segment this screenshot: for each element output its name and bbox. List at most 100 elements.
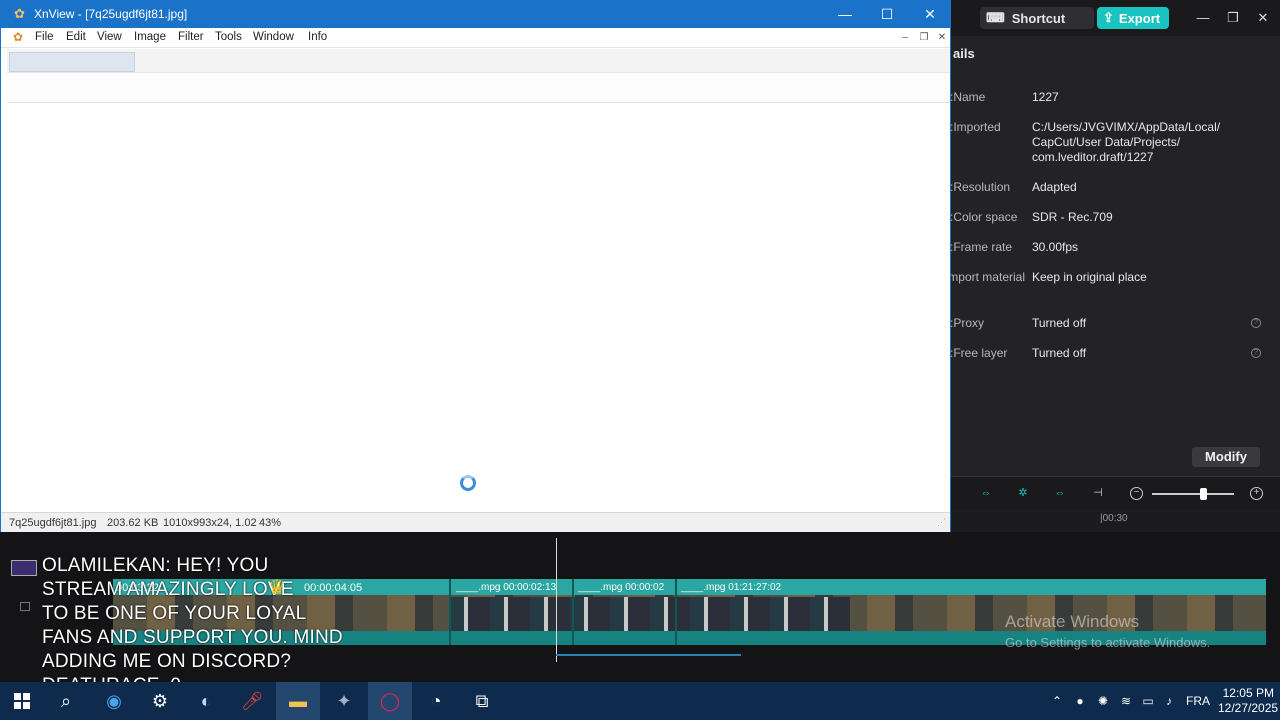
selection-line: [556, 654, 741, 656]
detail-row: Import material: Keep in original place: [950, 270, 1280, 290]
chevron-up-icon[interactable]: ⌃: [1048, 692, 1066, 710]
detail-row: Free layer: Turned off?: [950, 346, 1280, 366]
clip-label[interactable]: ____.mpg 00:00:02: [578, 582, 664, 593]
detail-value: 30.00fps: [1032, 240, 1079, 254]
detail-row: Proxy: Turned off?: [950, 316, 1280, 336]
zoom-slider-track[interactable]: [1152, 493, 1234, 495]
clip-divider: [675, 579, 677, 645]
menu-item-window[interactable]: Window: [253, 31, 294, 43]
status-filename: 7q25ugdf6jt81.jpg: [9, 517, 97, 529]
settings-gear-icon[interactable]: ⚙: [138, 682, 182, 720]
shortcut-button[interactable]: ⌨ Shortcut: [980, 7, 1094, 29]
ruler-time: |00:30: [1100, 513, 1128, 524]
detail-value: Keep in original place: [1032, 270, 1147, 284]
detail-value: SDR - Rec.709: [1032, 210, 1113, 224]
clip-thumbnails-2: [450, 597, 850, 631]
microphone-icon[interactable]: 🎤︎: [230, 682, 274, 720]
chat-overlay-text: OLAMILEKAN: HEY! YOU STREAM AMAZINGLY LO…: [42, 555, 343, 696]
help-icon[interactable]: ?: [1251, 348, 1261, 358]
capcut-app-icon[interactable]: ⧉: [460, 682, 504, 720]
detail-label: Resolution:: [950, 180, 1011, 194]
zoom-in-icon[interactable]: +: [1250, 487, 1263, 500]
modify-button[interactable]: Modify: [1192, 447, 1260, 467]
detail-label: Imported:: [950, 120, 1001, 134]
microphone-tray-icon[interactable]: ●: [1071, 692, 1089, 710]
activate-windows-watermark: Activate Windows Go to Settings to activ…: [1005, 612, 1210, 650]
magnet-icon[interactable]: ✲: [1015, 487, 1031, 499]
keyboard-icon: ⌨: [986, 10, 1005, 25]
settings-tray-icon[interactable]: ✺: [1094, 692, 1112, 710]
battery-icon[interactable]: ▭: [1139, 692, 1157, 710]
link-clips-icon[interactable]: ⇔: [978, 487, 994, 499]
crown-icon: ♛: [268, 577, 286, 599]
status-dimensions: 1010x993x24, 1.02: [163, 517, 257, 529]
start-button[interactable]: [0, 682, 44, 720]
detail-label: Import material:: [950, 270, 1025, 284]
shortcut-label: Shortcut: [1011, 10, 1066, 26]
menu-item-file[interactable]: File: [35, 31, 54, 43]
window-title: XnView - [7q25ugdf6jt81.jpg]: [34, 7, 188, 21]
zoom-slider-thumb[interactable]: [1200, 488, 1207, 500]
menu-item-image[interactable]: Image: [134, 31, 166, 43]
activate-subtitle: Go to Settings to activate Windows.: [1005, 635, 1211, 650]
xnview-titlebar[interactable]: ✿ XnView - [7q25ugdf6jt81.jpg] — ☐ ✕: [1, 1, 950, 28]
tab-image[interactable]: [9, 52, 135, 72]
wifi-icon[interactable]: ≋: [1117, 692, 1135, 710]
capcut-restore-icon[interactable]: ❐: [1223, 8, 1243, 28]
file-explorer-icon[interactable]: ▬: [276, 682, 320, 720]
minimize-icon[interactable]: —: [823, 1, 867, 28]
export-icon: ⇪: [1103, 10, 1114, 25]
detail-value: C:/Users/JVGVIMX/AppData/Local/ CapCut/U…: [1032, 120, 1221, 164]
opera-gx-icon[interactable]: ◯: [368, 682, 412, 720]
detail-label: Proxy:: [950, 316, 985, 330]
menu-item-edit[interactable]: Edit: [66, 31, 86, 43]
capcut-minimize-icon[interactable]: —: [1193, 8, 1213, 28]
loading-spinner-icon: [460, 475, 476, 491]
detail-value: Turned off: [1032, 346, 1087, 360]
clock-time: 12:05 PM: [1222, 686, 1274, 700]
detail-value: 1227: [1032, 90, 1059, 104]
toolbar: [7, 49, 950, 73]
detail-value: Turned off: [1032, 316, 1087, 330]
mdi-minimize-icon[interactable]: –: [898, 31, 912, 45]
mdi-close-icon[interactable]: ✕: [935, 31, 949, 45]
browser-app-icon[interactable]: ◐: [184, 682, 228, 720]
broadcast-app-icon[interactable]: ◉: [92, 682, 136, 720]
zoom-out-icon[interactable]: −: [1130, 487, 1143, 500]
status-filesize: 203.62 KB: [107, 517, 159, 529]
split-icon[interactable]: ⊣: [1090, 487, 1106, 499]
track-cover-icon[interactable]: [20, 602, 30, 611]
chat-avatar: [11, 560, 37, 576]
detail-row: Frame rate: 30.00fps: [950, 240, 1280, 260]
clock[interactable]: 12:05 PM 12/27/2025: [1218, 686, 1278, 716]
detail-label: Free layer:: [950, 346, 1008, 360]
clip-label[interactable]: ____.mpg 00:00:02:13: [456, 582, 556, 593]
resize-grip-icon[interactable]: ⋰: [937, 517, 947, 527]
game-controller-icon[interactable]: ✦: [322, 682, 366, 720]
preview-axis-icon[interactable]: ⇔: [1052, 487, 1068, 499]
export-button[interactable]: ⇪ Export: [1097, 7, 1169, 29]
detail-row: Name: 1227: [950, 90, 1280, 110]
volume-icon[interactable]: ♪: [1160, 692, 1178, 710]
detail-row: Imported: C:/Users/JVGVIMX/AppData/Local/…: [950, 120, 1280, 164]
search-icon[interactable]: ⌕: [44, 682, 88, 720]
export-label: Export: [1118, 10, 1161, 26]
clip-divider: [449, 579, 451, 645]
menu-item-view[interactable]: View: [97, 31, 122, 43]
menu-item-filter[interactable]: Filter: [178, 31, 204, 43]
dashboard-app-icon[interactable]: ◔: [414, 682, 458, 720]
mdi-restore-icon[interactable]: ❐: [917, 31, 931, 45]
image-view[interactable]: [7, 104, 950, 511]
clip-label[interactable]: ____.mpg 01:21:27:02: [681, 582, 781, 593]
menu-item-info[interactable]: Info: [308, 31, 327, 43]
capcut-close-icon[interactable]: ✕: [1253, 8, 1273, 28]
maximize-icon[interactable]: ☐: [865, 1, 909, 28]
playhead[interactable]: [556, 538, 557, 662]
close-icon[interactable]: ✕: [908, 1, 952, 28]
help-icon[interactable]: ?: [1251, 318, 1261, 328]
input-language[interactable]: FRA: [1186, 694, 1210, 708]
details-title: ails: [953, 46, 975, 61]
menu-item-tools[interactable]: Tools: [215, 31, 242, 43]
document-icon[interactable]: ✿: [13, 30, 23, 44]
detail-row: Color space: SDR - Rec.709: [950, 210, 1280, 230]
